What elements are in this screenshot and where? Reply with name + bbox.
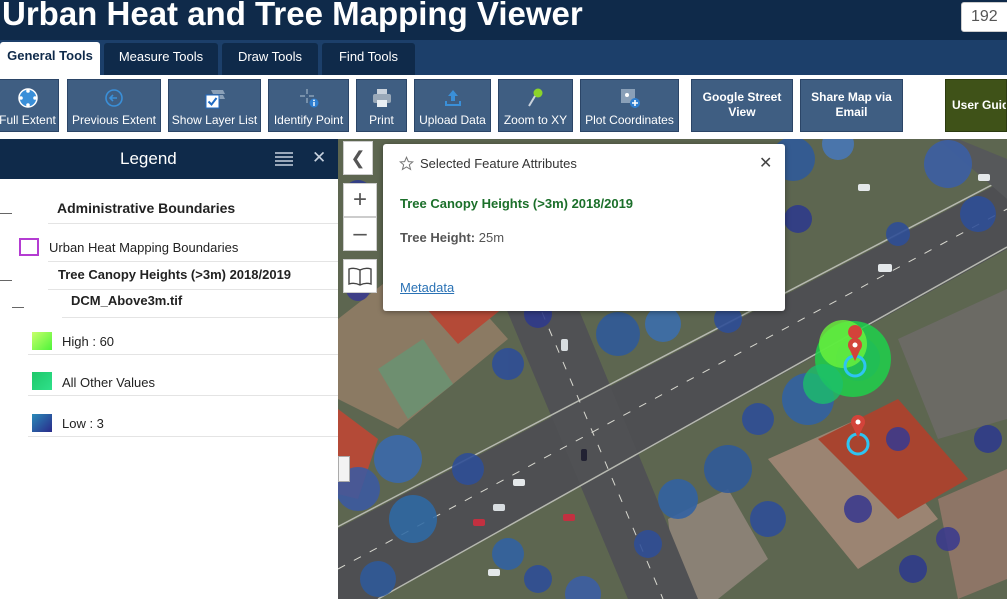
- app: Urban Heat and Tree Mapping Viewer 192 G…: [0, 0, 1007, 599]
- legend-label-high: High : 60: [62, 334, 115, 349]
- raster-layer-name: DCM_Above3m.tif: [71, 293, 183, 308]
- divider: [48, 261, 338, 262]
- metadata-link[interactable]: Metadata: [400, 280, 454, 295]
- legend-panel: Legend ✕ Administrative Boundaries Urban…: [0, 139, 338, 599]
- previous-extent-label: Previous Extent: [71, 113, 157, 127]
- legend-swatch-high: [32, 332, 52, 350]
- divider: [28, 436, 338, 437]
- zoom-out-button[interactable]: –: [343, 217, 377, 251]
- attribute-label: Tree Height:: [400, 230, 476, 245]
- full-extent-button[interactable]: Full Extent: [0, 79, 59, 132]
- globe-icon: [0, 86, 58, 110]
- legend-title: Legend: [120, 149, 177, 168]
- app-header: Urban Heat and Tree Mapping Viewer 192: [0, 0, 1007, 40]
- full-extent-label: Full Extent: [0, 113, 56, 127]
- divider: [48, 223, 338, 224]
- upload-data-button[interactable]: Upload Data: [414, 79, 491, 132]
- tree-connector: [0, 213, 12, 214]
- attribute-value: 25m: [478, 230, 505, 245]
- popup-header-title: Selected Feature Attributes: [420, 156, 577, 171]
- plus-icon: +: [352, 186, 367, 213]
- star-icon[interactable]: [399, 156, 414, 171]
- identify-point-label: Identify Point: [273, 113, 344, 127]
- zoom-to-xy-button[interactable]: Zoom to XY: [498, 79, 573, 132]
- show-layer-list-button[interactable]: Show Layer List: [168, 79, 261, 132]
- plot-coordinates-button[interactable]: Plot Coordinates: [580, 79, 679, 132]
- legend-menu-button[interactable]: [275, 151, 293, 167]
- collapse-panel-button[interactable]: ❮: [343, 141, 373, 175]
- tab-draw-tools[interactable]: Draw Tools: [222, 43, 318, 75]
- upload-icon: [415, 86, 490, 110]
- back-arrow-icon: [68, 86, 160, 110]
- show-layer-list-label: Show Layer List: [171, 113, 258, 127]
- tab-general-tools[interactable]: General Tools: [0, 42, 100, 75]
- legend-close-button[interactable]: ✕: [312, 148, 326, 168]
- app-title: Urban Heat and Tree Mapping Viewer: [2, 0, 583, 32]
- printer-icon: [357, 86, 406, 110]
- share-map-email-button[interactable]: Share Map via Email: [800, 79, 903, 132]
- coordinate-search-input[interactable]: 192: [961, 2, 1007, 32]
- layers-checkbox-icon: [169, 86, 260, 110]
- divider: [28, 395, 338, 396]
- tree-connector: [12, 307, 24, 308]
- plot-coordinates-label: Plot Coordinates: [585, 113, 674, 127]
- group-tree-canopy: Tree Canopy Heights (>3m) 2018/2019: [58, 267, 292, 282]
- close-icon: ✕: [759, 155, 773, 172]
- legend-swatch-other: [32, 372, 52, 390]
- toolbar: Full Extent Previous Extent Show Layer L…: [0, 75, 1007, 137]
- legend-label-other: All Other Values: [62, 375, 155, 390]
- google-street-view-button[interactable]: Google Street View: [691, 79, 793, 132]
- google-street-view-label: Google Street View: [702, 90, 782, 119]
- zoom-to-xy-label: Zoom to XY: [503, 113, 568, 127]
- hamburger-icon: [275, 152, 293, 166]
- map-plus-icon: [581, 86, 678, 110]
- push-pin-icon: [499, 86, 572, 110]
- divider: [48, 289, 338, 290]
- open-book-icon: [348, 267, 372, 286]
- tab-bar: General Tools Measure Tools Draw Tools F…: [0, 40, 1007, 75]
- bookmarks-button[interactable]: [343, 259, 377, 293]
- tab-measure-tools[interactable]: Measure Tools: [104, 43, 218, 75]
- feature-popup: Selected Feature Attributes ✕ Tree Canop…: [383, 144, 785, 311]
- chevron-left-icon: ❮: [350, 147, 366, 168]
- user-guide-button[interactable]: User Guide: [945, 79, 1007, 132]
- tab-find-tools[interactable]: Find Tools: [322, 43, 415, 75]
- legend-label-low: Low : 3: [62, 416, 104, 431]
- tree-connector: [0, 280, 12, 281]
- share-map-email-label: Share Map via Email: [811, 90, 892, 119]
- minus-icon: –: [353, 220, 367, 247]
- divider: [28, 354, 338, 355]
- divider: [62, 317, 338, 318]
- previous-extent-button[interactable]: Previous Extent: [67, 79, 161, 132]
- popup-layer-name: Tree Canopy Heights (>3m) 2018/2019: [400, 196, 634, 211]
- group-administrative-boundaries: Administrative Boundaries: [57, 200, 236, 216]
- identify-crosshair-icon: [269, 86, 348, 110]
- identify-point-button[interactable]: Identify Point: [268, 79, 349, 132]
- user-guide-label: User Guide: [952, 98, 1006, 112]
- print-button[interactable]: Print: [356, 79, 407, 132]
- zoom-in-button[interactable]: +: [343, 183, 377, 217]
- boundary-swatch: [19, 238, 39, 256]
- legend-swatch-low: [32, 414, 52, 432]
- popup-close-button[interactable]: ✕: [759, 153, 772, 173]
- layer-urban-heat-boundaries: Urban Heat Mapping Boundaries: [49, 240, 239, 255]
- panel-resize-handle[interactable]: [338, 456, 350, 482]
- close-icon: ✕: [312, 148, 327, 167]
- print-label: Print: [369, 113, 394, 127]
- legend-header: Legend ✕: [0, 139, 338, 179]
- popup-attribute-row: Tree Height: 25m: [400, 230, 504, 245]
- upload-data-label: Upload Data: [419, 113, 486, 127]
